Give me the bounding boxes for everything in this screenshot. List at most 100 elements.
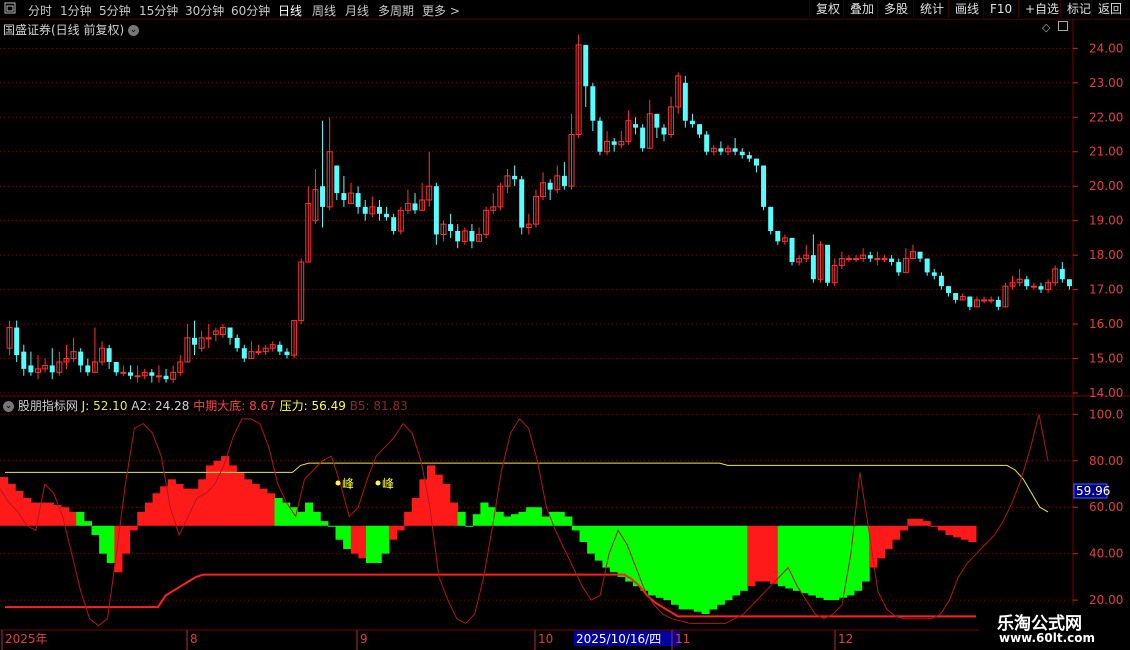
candle-body <box>1066 279 1072 287</box>
candle-body <box>134 375 141 378</box>
candle-body <box>455 231 461 242</box>
price-tick-label: 16.00 <box>1089 317 1123 331</box>
candle-body <box>384 213 390 218</box>
candle-body <box>597 120 603 152</box>
candle-body <box>14 327 20 356</box>
indicator-histogram-bar <box>594 525 603 561</box>
candle-body <box>85 365 91 373</box>
indicator-histogram-bar <box>930 525 939 527</box>
indicator-tick-label: 60.00 <box>1089 500 1123 514</box>
watermark: 乐淘公式网 www.60lt.com <box>979 605 1130 650</box>
indicator-histogram-bar <box>449 502 458 526</box>
candle-body <box>768 206 774 232</box>
candle-body <box>334 165 340 194</box>
candle-body <box>433 186 439 235</box>
peak-label: 峰 <box>342 477 354 491</box>
date-tick-label: 11 <box>675 632 690 646</box>
indicator-histogram-bar <box>366 525 375 563</box>
indicator-histogram-bar <box>808 525 817 596</box>
indicator-histogram-bar <box>884 525 893 550</box>
candle-body <box>49 365 55 373</box>
indicator-histogram-bar <box>335 525 344 540</box>
candle-body <box>661 127 667 135</box>
indicator-histogram-bar <box>831 525 840 601</box>
indicator-histogram-bar <box>320 521 329 526</box>
indicator-histogram-bar <box>556 511 565 526</box>
indicator-histogram-bar <box>236 472 245 526</box>
indicator-histogram-bar <box>945 525 954 536</box>
indicator-histogram-bar <box>221 456 230 526</box>
b5-value: 81.83 <box>373 399 408 413</box>
indicator-histogram-bar <box>587 525 596 554</box>
indicator-histogram-bar <box>480 502 489 526</box>
indicator-histogram-bar <box>663 525 672 601</box>
current-value-label: 59.96 <box>1076 484 1110 498</box>
indicator-histogram-bar <box>564 516 573 526</box>
indicator-histogram-bar <box>655 525 664 598</box>
watermark-url: www.60lt.com <box>999 631 1096 645</box>
price-tick-label: 23.00 <box>1089 76 1123 90</box>
selected-date-label: 2025/10/16/四 <box>576 632 661 646</box>
indicator-histogram-bar <box>411 497 420 526</box>
indicator-histogram-bar <box>838 525 847 598</box>
indicator-histogram-bar <box>892 525 901 540</box>
indicator-histogram-bar <box>175 483 184 526</box>
indicator-histogram-bar <box>137 511 146 526</box>
indicator-histogram-bar <box>541 516 550 526</box>
indicator-histogram-bar <box>686 525 695 610</box>
peak-dot <box>335 480 341 486</box>
indicator-histogram-bar <box>259 488 268 526</box>
indicator-histogram-bar <box>770 525 779 584</box>
indicator-histogram-bar <box>205 465 214 526</box>
candle-body <box>775 231 781 242</box>
indicator-name: 股朋指标网 <box>17 399 78 413</box>
candle-body <box>633 124 639 128</box>
indicator-histogram-bar <box>404 511 413 526</box>
indicator-histogram-bar <box>45 502 54 526</box>
indicator-histogram-bar <box>388 525 397 540</box>
candle-body <box>192 337 197 345</box>
candle-body <box>682 82 688 121</box>
candle-body <box>789 237 795 263</box>
indicator-histogram-bar <box>876 525 885 559</box>
b5-label: B5: <box>349 399 370 413</box>
indicator-histogram-bar <box>457 511 466 526</box>
candle-body <box>874 258 881 261</box>
candle-body <box>362 206 368 214</box>
candle-body <box>810 255 816 280</box>
indicator-histogram-bar <box>861 525 870 582</box>
candle-body <box>376 206 382 214</box>
indicator-histogram-bar <box>709 525 718 610</box>
indicator-histogram-bar <box>724 525 733 601</box>
indicator-histogram-bar <box>305 502 314 526</box>
candle-body <box>739 151 745 156</box>
date-tick-label: 2025年 <box>5 632 48 646</box>
indicator-histogram-bar <box>343 525 352 550</box>
candle-body <box>391 217 397 232</box>
candle-body <box>938 275 944 287</box>
candle-body <box>512 175 518 180</box>
indicator-histogram-bar <box>823 525 832 601</box>
candle-body <box>277 344 283 352</box>
price-tick-label: 18.00 <box>1089 248 1123 262</box>
indicator-histogram-bar <box>129 525 138 531</box>
candle-body <box>448 224 454 232</box>
kline-chart[interactable]: 24.00 23.00 22.00 21.00 20.00 19.00 18.00 17.00… <box>0 0 1130 650</box>
price-tick-label: 14.00 <box>1089 386 1123 400</box>
indicator-tick-label: 100.0 <box>1089 407 1123 421</box>
indicator-histogram-bar <box>114 525 123 573</box>
indicator-histogram-bar <box>915 518 924 526</box>
indicator-histogram-bar <box>251 483 260 526</box>
candle-body <box>519 179 525 228</box>
indicator-histogram-bar <box>350 525 359 554</box>
indicator-histogram-bar <box>297 511 306 526</box>
candle-body <box>355 193 361 207</box>
candle-body <box>967 296 973 307</box>
chevron-down-icon[interactable]: ⌄ <box>3 401 14 412</box>
indicator-histogram-bar <box>754 525 763 582</box>
candle-body <box>988 299 995 302</box>
candle-body <box>896 262 902 273</box>
pressure-label: 压力: <box>279 399 308 413</box>
indicator-histogram-bar <box>526 507 535 526</box>
a2-value: 24.28 <box>155 399 190 413</box>
